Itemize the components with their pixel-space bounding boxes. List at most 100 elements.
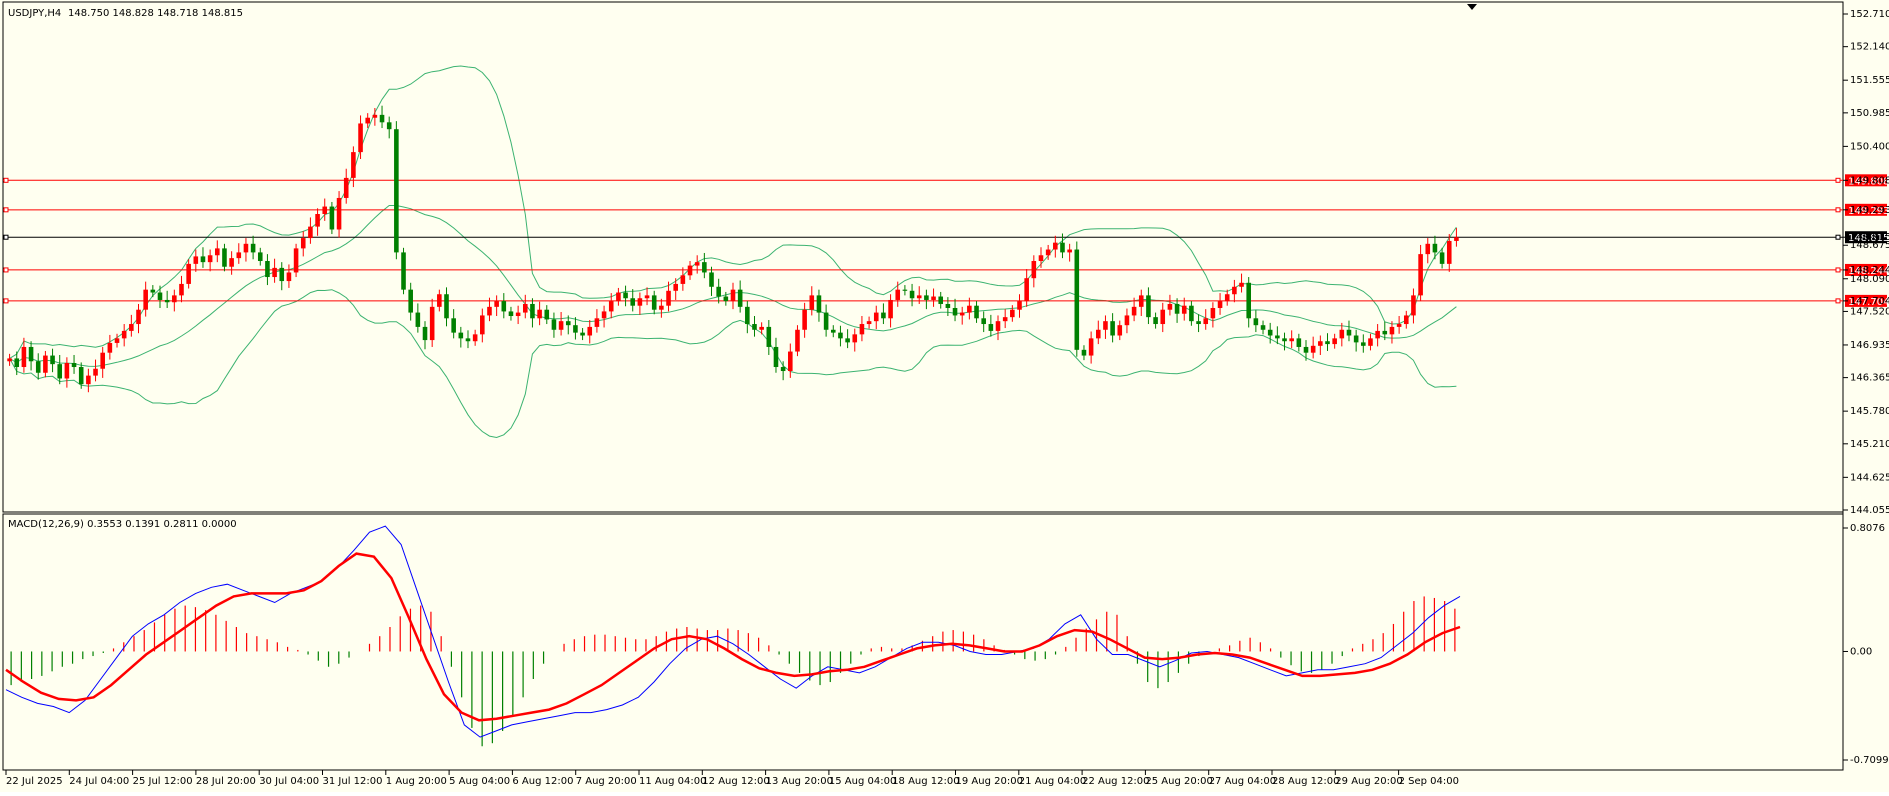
candle-body — [358, 123, 363, 153]
candle-body — [866, 321, 872, 325]
candle-body — [458, 332, 464, 339]
level-anchor-left — [3, 207, 9, 213]
candle-body — [1088, 338, 1094, 356]
candle-body — [1368, 338, 1373, 346]
candle-body — [522, 303, 528, 313]
candle-body — [1346, 329, 1352, 336]
candle-body — [86, 375, 91, 385]
candle-body — [630, 298, 636, 306]
candle-body — [1310, 345, 1316, 353]
candle-body — [1002, 317, 1008, 322]
candle-body — [279, 267, 285, 282]
candle-body — [372, 114, 378, 118]
candle-body — [967, 305, 972, 313]
candle-body — [229, 258, 234, 267]
price-tick-label: 146.365 — [1850, 373, 1889, 384]
time-tick-label: 30 Jul 04:00 — [259, 776, 319, 787]
candle-body — [687, 265, 693, 276]
candle-body — [974, 305, 979, 319]
candle-body — [580, 332, 585, 336]
candle-body — [322, 206, 328, 215]
candle-body — [816, 295, 822, 313]
candle-body — [143, 289, 148, 310]
candle-body — [1031, 260, 1037, 279]
time-tick-label: 7 Aug 20:00 — [576, 776, 637, 787]
level-anchor-right — [1835, 298, 1841, 304]
candle-body — [659, 305, 664, 310]
candle-body — [859, 324, 865, 335]
time-tick-label: 22 Aug 12:00 — [1082, 776, 1149, 787]
candle-body — [1239, 282, 1244, 287]
candle-body — [315, 214, 320, 227]
level-anchor-right — [1835, 207, 1841, 213]
candle-body — [895, 289, 901, 300]
candle-body — [558, 321, 564, 330]
candle-body — [673, 283, 678, 291]
candle-body — [1189, 305, 1194, 322]
candle-body — [250, 243, 256, 253]
time-tick-label: 19 Aug 20:00 — [956, 776, 1023, 787]
candle-body — [494, 301, 499, 307]
candle-body — [179, 283, 184, 296]
candle-body — [472, 334, 478, 342]
candle-body — [1303, 346, 1309, 353]
candle-body — [515, 312, 521, 317]
macd-tick-label: -0.7099 — [1850, 755, 1889, 766]
candle-body — [1411, 295, 1416, 316]
time-tick-label: 24 Jul 04:00 — [69, 776, 129, 787]
candle-body — [1053, 242, 1058, 250]
candle-body — [300, 238, 306, 249]
candle-body — [193, 256, 199, 264]
chart-background — [0, 0, 1889, 792]
candle-body — [680, 275, 686, 284]
candle-body — [121, 330, 127, 339]
candle-body — [809, 295, 815, 310]
time-tick-label: 29 Aug 20:00 — [1335, 776, 1402, 787]
candle-body — [136, 309, 141, 325]
candle-body — [873, 312, 879, 322]
candle-body — [236, 252, 242, 259]
candle-body — [1296, 338, 1302, 347]
candle-body — [1067, 249, 1072, 253]
candle-body — [272, 267, 277, 278]
candle-body — [752, 324, 757, 330]
time-tick-label: 5 Aug 04:00 — [449, 776, 510, 787]
candle-body — [1117, 325, 1123, 336]
candle-body — [737, 289, 743, 307]
candle-body — [215, 248, 220, 256]
candle-body — [1181, 305, 1187, 314]
price-tick-label: 150.985 — [1850, 108, 1889, 119]
candle-body — [716, 286, 721, 297]
chart-window: 149.808 149.293 148.815 148.244 147.704 152.… — [0, 0, 1889, 792]
candle-body — [222, 248, 227, 267]
price-tick-label: 149.808 — [1850, 175, 1889, 186]
candle-body — [1246, 282, 1251, 319]
candle-body — [773, 346, 779, 368]
candle-body — [644, 295, 650, 299]
candle-body — [487, 306, 492, 316]
time-tick-label: 28 Jul 20:00 — [196, 776, 256, 787]
candle-body — [1017, 301, 1022, 310]
candle-body — [916, 295, 922, 299]
time-tick-label: 2 Sep 04:00 — [1399, 776, 1459, 787]
candle-body — [544, 309, 550, 320]
candle-body — [759, 326, 764, 330]
symbol-label: USDJPY,H4 — [8, 8, 61, 19]
candle-body — [1389, 326, 1395, 335]
candle-body — [694, 262, 700, 266]
candle-body — [1339, 329, 1345, 339]
candle-body — [114, 338, 120, 343]
candle-body — [422, 326, 428, 341]
candle-body — [293, 248, 299, 273]
candle-body — [709, 272, 714, 287]
time-tick-label: 1 Aug 20:00 — [386, 776, 447, 787]
candle-body — [186, 263, 191, 284]
candle-body — [1375, 330, 1380, 339]
candle-body — [766, 326, 772, 347]
candle-body — [1174, 303, 1180, 314]
candle-body — [952, 307, 958, 316]
candle-body — [50, 355, 55, 365]
candle-body — [437, 294, 442, 307]
level-anchor-left — [3, 298, 9, 304]
candle-body — [780, 367, 786, 372]
